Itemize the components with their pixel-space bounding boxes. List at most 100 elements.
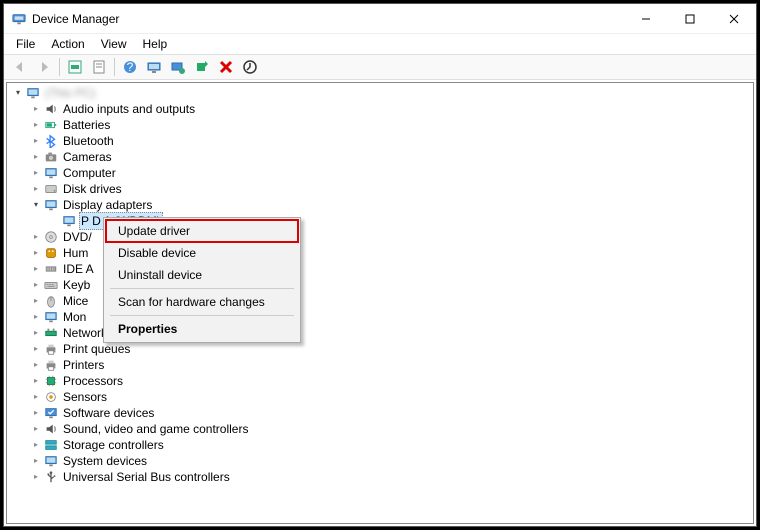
category-node[interactable]: ▸ Disk drives (29, 181, 753, 197)
menubar: File Action View Help (4, 34, 756, 54)
maximize-button[interactable] (668, 4, 712, 34)
expand-icon[interactable]: ▸ (29, 102, 43, 116)
expand-icon[interactable]: ▸ (29, 278, 43, 292)
menu-help[interactable]: Help (135, 35, 176, 53)
expand-icon[interactable]: ▸ (29, 358, 43, 372)
hid-icon (43, 245, 59, 261)
separator (59, 58, 60, 76)
category-label: Keyb (61, 277, 92, 293)
expand-icon[interactable]: ▸ (29, 182, 43, 196)
category-node[interactable]: ▸ Universal Serial Bus controllers (29, 469, 753, 485)
expand-icon[interactable]: ▸ (29, 166, 43, 180)
install-legacy-button[interactable] (239, 56, 261, 78)
category-node[interactable]: ▸ Cameras (29, 149, 753, 165)
expand-icon[interactable]: ▸ (29, 246, 43, 260)
category-node[interactable]: ▸ Batteries (29, 117, 753, 133)
expand-icon[interactable]: ▸ (29, 294, 43, 308)
menu-view[interactable]: View (93, 35, 135, 53)
expand-icon[interactable]: ▸ (29, 422, 43, 436)
properties-toolbar-button[interactable] (88, 56, 110, 78)
context-separator (110, 288, 294, 289)
category-node[interactable]: ▸ Bluetooth (29, 133, 753, 149)
expand-icon[interactable]: ▸ (29, 150, 43, 164)
context-update-driver[interactable]: Update driver (106, 220, 298, 242)
category-node[interactable]: ▸ Sensors (29, 389, 753, 405)
expand-icon[interactable]: ▸ (29, 470, 43, 484)
context-properties[interactable]: Properties (106, 318, 298, 340)
expander-none (47, 214, 61, 228)
update-driver-toolbar-button[interactable] (167, 56, 189, 78)
category-label: Hum (61, 245, 90, 261)
category-label: Mice (61, 293, 90, 309)
category-label: Sound, video and game controllers (61, 421, 250, 437)
category-node[interactable]: ▸ Computer (29, 165, 753, 181)
category-node[interactable]: ▸ Printers (29, 357, 753, 373)
context-uninstall-device[interactable]: Uninstall device (106, 264, 298, 286)
device-tree[interactable]: ▾ (This PC) ▸ Audio inputs and outputs ▸… (6, 82, 754, 524)
app-icon (12, 12, 26, 26)
root-label: (This PC) (43, 85, 98, 101)
category-label: System devices (61, 453, 149, 469)
category-node[interactable]: ▸ Sound, video and game controllers (29, 421, 753, 437)
forward-button[interactable] (33, 56, 55, 78)
help-button[interactable]: ? (119, 56, 141, 78)
expand-icon[interactable]: ▸ (29, 406, 43, 420)
expand-icon[interactable]: ▸ (29, 326, 43, 340)
category-node[interactable]: ▸ Processors (29, 373, 753, 389)
category-label: Storage controllers (61, 437, 166, 453)
category-label: Printers (61, 357, 106, 373)
category-label: Print queues (61, 341, 132, 357)
toolbar: ? (4, 54, 756, 80)
show-hidden-button[interactable] (64, 56, 86, 78)
category-label: DVD/ (61, 229, 94, 245)
category-node[interactable]: ▸ Audio inputs and outputs (29, 101, 753, 117)
battery-icon (43, 117, 59, 133)
minimize-button[interactable] (624, 4, 668, 34)
dvd-icon (43, 229, 59, 245)
category-node[interactable]: ▾ Display adapters (29, 197, 753, 213)
context-menu: Update driver Disable device Uninstall d… (103, 217, 301, 343)
expand-icon[interactable]: ▸ (29, 374, 43, 388)
scan-hardware-button[interactable] (143, 56, 165, 78)
display-icon (61, 213, 77, 229)
menu-file[interactable]: File (8, 35, 43, 53)
uninstall-device-button[interactable] (215, 56, 237, 78)
category-label: Computer (61, 165, 118, 181)
window-title: Device Manager (32, 12, 624, 26)
expand-icon[interactable]: ▸ (29, 342, 43, 356)
collapse-icon[interactable]: ▾ (29, 198, 43, 212)
titlebar: Device Manager (4, 4, 756, 34)
device-manager-window: Device Manager File Action View Help ? ▾… (3, 3, 757, 527)
category-node[interactable]: ▸ System devices (29, 453, 753, 469)
expand-icon[interactable]: ▸ (29, 390, 43, 404)
sound-icon (43, 421, 59, 437)
usb-icon (43, 469, 59, 485)
category-node[interactable]: ▸ Software devices (29, 405, 753, 421)
category-node[interactable]: ▸ Print queues (29, 341, 753, 357)
category-label: Universal Serial Bus controllers (61, 469, 232, 485)
display-icon (43, 197, 59, 213)
expand-icon[interactable]: ▸ (29, 134, 43, 148)
back-button[interactable] (9, 56, 31, 78)
expand-icon[interactable]: ▸ (29, 454, 43, 468)
category-node[interactable]: ▸ Storage controllers (29, 437, 753, 453)
category-label: IDE A (61, 261, 96, 277)
expand-icon[interactable]: ▸ (29, 262, 43, 276)
category-label: Processors (61, 373, 125, 389)
tree-root-node[interactable]: ▾ (This PC) (11, 85, 753, 101)
ide-icon (43, 261, 59, 277)
close-button[interactable] (712, 4, 756, 34)
processor-icon (43, 373, 59, 389)
network-icon (43, 325, 59, 341)
context-disable-device[interactable]: Disable device (106, 242, 298, 264)
window-controls (624, 4, 756, 34)
context-scan-hardware[interactable]: Scan for hardware changes (106, 291, 298, 313)
expand-icon[interactable]: ▸ (29, 118, 43, 132)
expand-icon[interactable]: ▸ (29, 310, 43, 324)
expand-icon[interactable]: ▸ (29, 438, 43, 452)
enable-device-button[interactable] (191, 56, 213, 78)
menu-action[interactable]: Action (43, 35, 92, 53)
expand-icon[interactable]: ▸ (29, 230, 43, 244)
printer-icon (43, 341, 59, 357)
collapse-icon[interactable]: ▾ (11, 86, 25, 100)
